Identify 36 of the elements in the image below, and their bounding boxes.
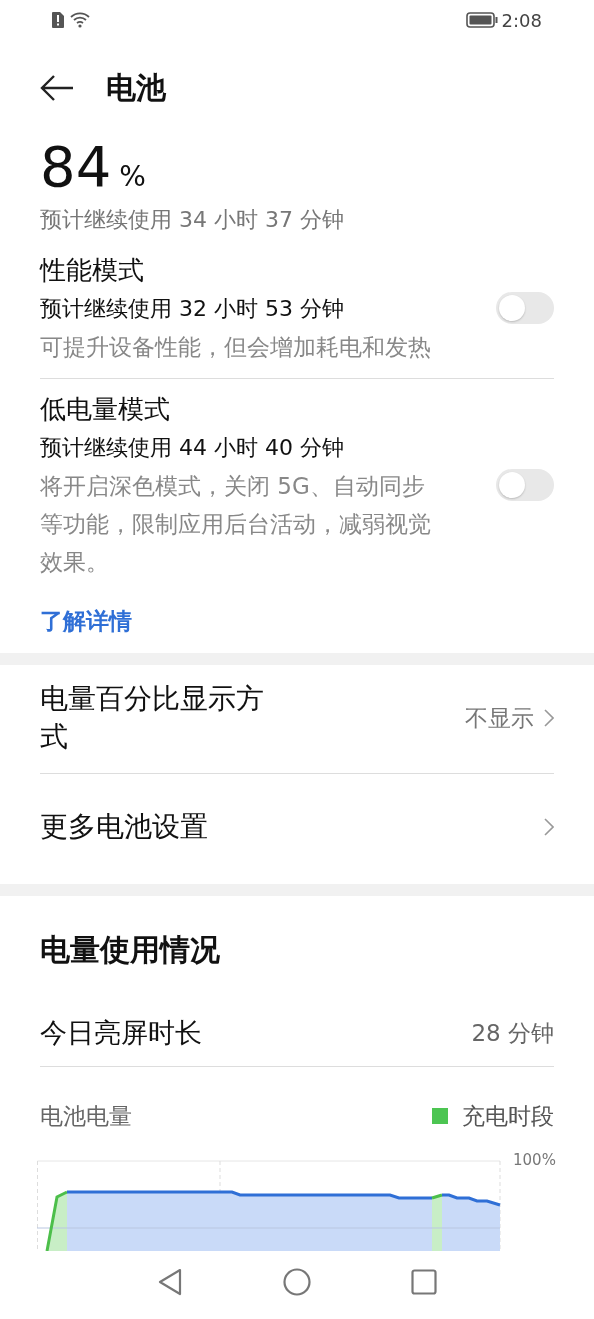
mode-estimate: 预计继续使用 44 小时 40 分钟 xyxy=(40,434,345,462)
remaining-time: 预计继续使用 34 小时 37 分钟 xyxy=(39,206,345,234)
mode-title: 性能模式 xyxy=(40,254,145,287)
chevron-right-icon xyxy=(544,818,554,836)
mode-estimate: 预计继续使用 32 小时 53 分钟 xyxy=(40,295,345,323)
charging-line xyxy=(431,1193,443,1200)
battery-area xyxy=(442,1195,500,1251)
screen-time-value: 28 分钟 xyxy=(471,1018,554,1048)
charging-area xyxy=(432,1195,442,1251)
setting-value: 不显示 xyxy=(465,703,534,733)
mode-title: 低电量模式 xyxy=(40,393,171,426)
page-title: 电池 xyxy=(106,68,166,107)
chevron-right-icon xyxy=(544,709,554,727)
battery-level-line xyxy=(442,1193,501,1207)
legend-label: 充电时段 xyxy=(462,1101,554,1131)
chart-title: 电池电量 xyxy=(40,1101,132,1131)
back-icon[interactable] xyxy=(157,1268,183,1296)
battery-percent: 84 xyxy=(40,136,112,198)
sim-alert-icon xyxy=(52,12,64,28)
battery-icon xyxy=(465,12,498,28)
percent-unit: % xyxy=(119,160,146,193)
mode-description: 将开启深色模式，关闭 5G、自动同步等功能，限制应用后台活动，减弱视觉效果。 xyxy=(40,472,432,577)
section-title: 电量使用情况 xyxy=(39,930,221,969)
status-time: 2:08 xyxy=(501,9,542,31)
mode-description: 可提升设备性能，但会增加耗电和发热 xyxy=(40,333,432,362)
learn-more-link[interactable]: 了解详情 xyxy=(40,605,132,637)
home-icon[interactable] xyxy=(283,1268,311,1296)
toggle-switch[interactable] xyxy=(496,469,554,501)
recents-icon[interactable] xyxy=(411,1269,437,1295)
screen-time-label: 今日亮屏时长 xyxy=(40,1016,202,1050)
axis-tick-label: 100% xyxy=(513,1151,556,1169)
setting-label[interactable]: 电量百分比显示方式 xyxy=(40,680,290,756)
setting-label[interactable]: 更多电池设置 xyxy=(40,808,290,846)
back-arrow-icon[interactable] xyxy=(40,74,74,102)
toggle-switch[interactable] xyxy=(496,292,554,324)
wifi-icon xyxy=(70,12,92,28)
